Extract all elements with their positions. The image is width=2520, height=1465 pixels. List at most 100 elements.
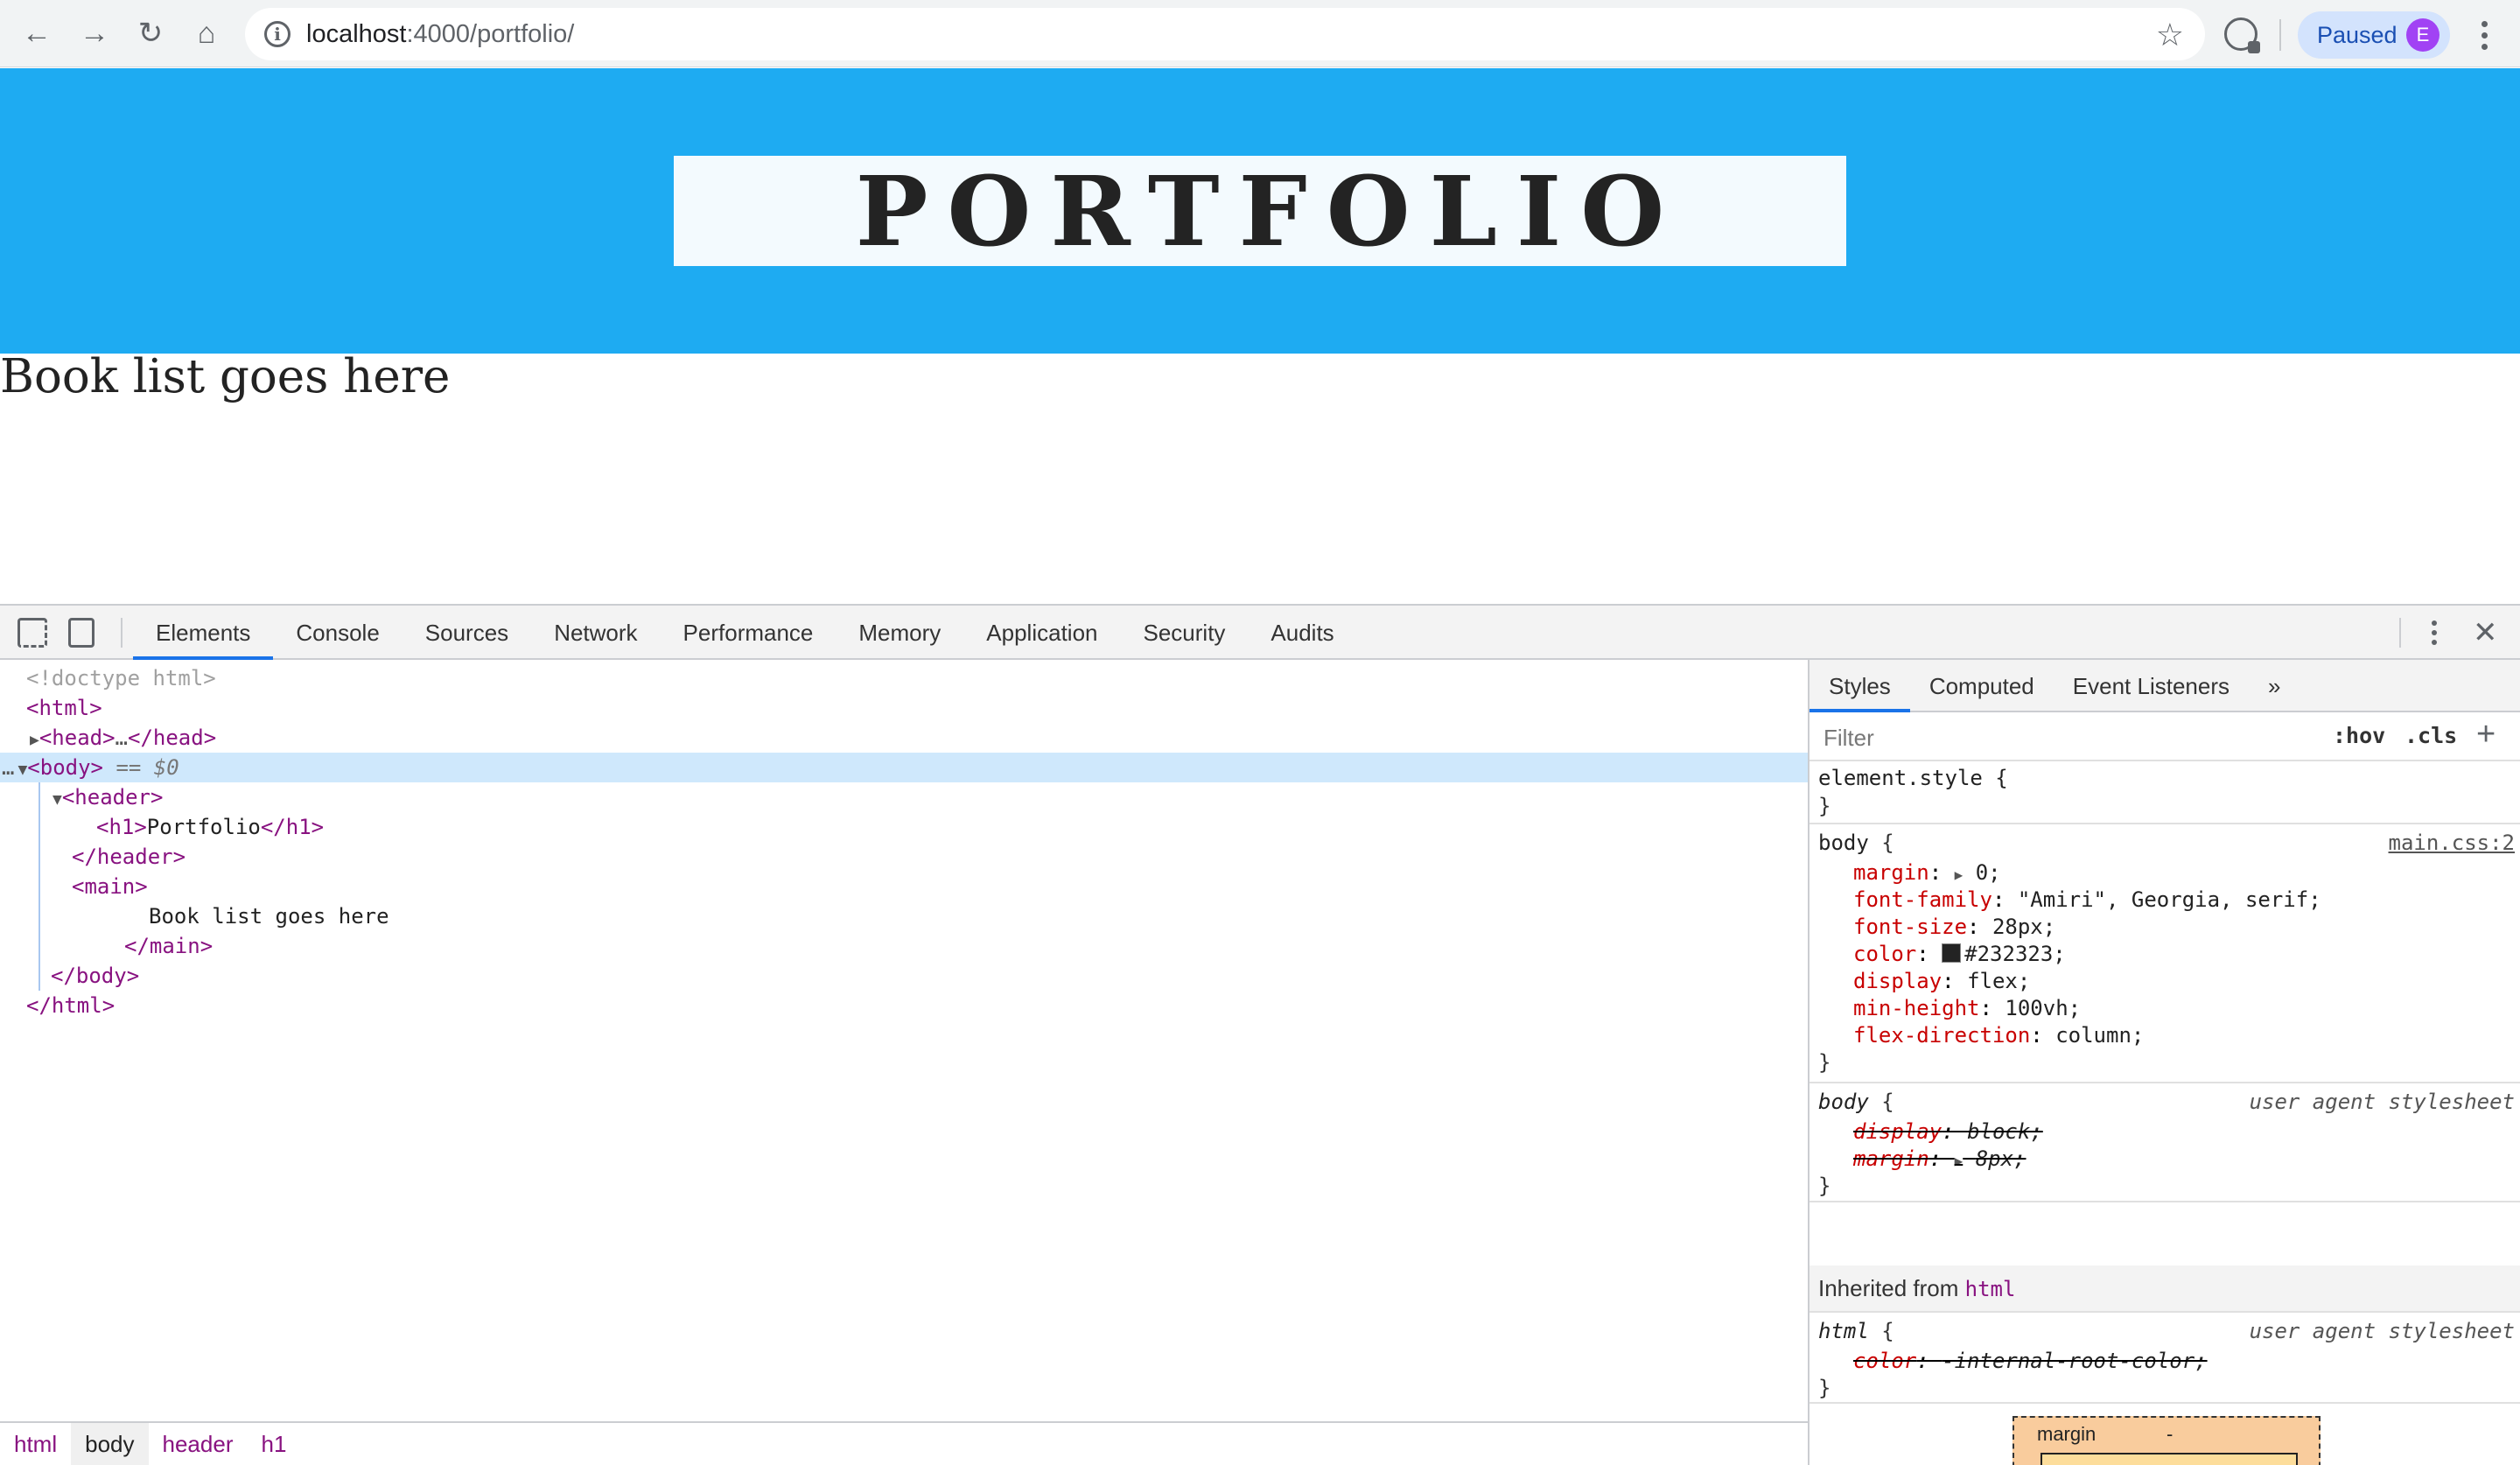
tab-computed[interactable]: Computed: [1910, 660, 2054, 711]
class-toggle[interactable]: .cls: [2404, 723, 2457, 748]
more-actions-icon[interactable]: …: [0, 755, 14, 780]
collapse-triangle-icon[interactable]: ▼: [0, 790, 62, 809]
home-icon[interactable]: ⌂: [182, 9, 231, 58]
browser-menu-icon[interactable]: [2471, 14, 2497, 56]
tab-audits[interactable]: Audits: [1248, 606, 1356, 658]
declaration[interactable]: font-family: "Amiri", Georgia, serif;: [1853, 887, 2321, 914]
box-model-margin-value[interactable]: -: [2166, 1423, 2173, 1446]
dom-node-doctype[interactable]: <!doctype html>: [0, 663, 1808, 693]
dom-node-body-close[interactable]: </body>: [0, 961, 1808, 991]
property-value: -internal-root-color;: [1942, 1349, 2208, 1373]
declaration[interactable]: min-height: 100vh;: [1853, 995, 2081, 1022]
doctype-text: <!doctype html>: [26, 666, 216, 690]
breadcrumb-body[interactable]: body: [71, 1423, 149, 1465]
dom-node-html-close[interactable]: </html>: [0, 991, 1808, 1020]
declaration[interactable]: color: #232323;: [1853, 941, 2066, 968]
expand-triangle-icon[interactable]: ▶: [1955, 866, 1964, 883]
toolbar-divider: [2279, 19, 2281, 51]
property-name: min-height: [1853, 996, 1980, 1020]
avatar: E: [2406, 18, 2440, 52]
selector-text: body: [1818, 1090, 1869, 1114]
styles-toolbar: :hov .cls +: [1810, 712, 2520, 761]
close-icon[interactable]: ✕: [2473, 614, 2498, 651]
breadcrumb-header[interactable]: header: [149, 1423, 248, 1465]
declaration[interactable]: margin: ▶ 0;: [1853, 859, 2001, 888]
url-text[interactable]: localhost:4000/portfolio/: [306, 20, 574, 49]
hover-state-toggle[interactable]: :hov: [2333, 723, 2385, 748]
inspect-element-icon[interactable]: [18, 618, 47, 648]
dom-node-header[interactable]: ▼<header>: [0, 782, 1808, 812]
dom-node-h1[interactable]: <h1>Portfolio</h1>: [0, 812, 1808, 842]
dom-node-body[interactable]: … ▼<body> == $0: [0, 753, 1808, 782]
inherited-section-header: Inherited from html: [1810, 1265, 2520, 1313]
property-value: 100vh;: [2005, 996, 2082, 1020]
site-title-box: PORTFOLIO: [674, 154, 1846, 268]
breadcrumb-h1[interactable]: h1: [247, 1423, 300, 1465]
address-bar[interactable]: i localhost:4000/portfolio/ ☆: [245, 8, 2205, 60]
collapse-triangle-icon[interactable]: ▼: [14, 761, 27, 779]
tab-security[interactable]: Security: [1121, 606, 1249, 658]
back-arrow-icon[interactable]: ←: [12, 9, 61, 58]
color-swatch-icon[interactable]: [1942, 943, 1962, 963]
declaration-overridden: margin: ▶ 8px;: [1853, 1146, 2026, 1171]
expand-triangle-icon[interactable]: ▶: [0, 731, 39, 749]
new-rule-button[interactable]: +: [2476, 716, 2496, 754]
property-value: block;: [1967, 1119, 2043, 1144]
rule-selector[interactable]: body {: [1818, 830, 1894, 857]
property-value: "Amiri", Georgia, serif;: [2017, 887, 2321, 912]
dom-node-main[interactable]: <main>: [0, 872, 1808, 901]
property-name: display: [1853, 969, 1942, 993]
expand-triangle-icon[interactable]: ▶: [1955, 1153, 1964, 1169]
declaration[interactable]: flex-direction: column;: [1853, 1022, 2144, 1049]
site-info-icon[interactable]: i: [264, 21, 290, 47]
tab-network[interactable]: Network: [531, 606, 660, 658]
devtools-divider: [121, 618, 122, 648]
breadcrumb-html[interactable]: html: [0, 1423, 71, 1465]
tab-sources[interactable]: Sources: [402, 606, 531, 658]
declaration[interactable]: display: flex;: [1853, 968, 2030, 995]
rule-close-brace: }: [1818, 1376, 1831, 1400]
more-tabs-icon[interactable]: »: [2249, 660, 2300, 711]
rule-selector[interactable]: element.style {: [1818, 765, 2008, 792]
bookmark-star-icon[interactable]: ☆: [2156, 17, 2184, 53]
h1-close-tag: </h1>: [260, 815, 325, 839]
head-ellipsis[interactable]: …: [116, 725, 128, 750]
tab-styles[interactable]: Styles: [1810, 660, 1910, 712]
declaration[interactable]: font-size: 28px;: [1853, 914, 2055, 941]
dom-node-html[interactable]: <html>: [0, 693, 1808, 723]
property-name: display: [1853, 1119, 1942, 1144]
extension-icon[interactable]: [2224, 18, 2260, 53]
property-name: font-size: [1853, 915, 1968, 939]
dom-node-header-close[interactable]: </header>: [0, 842, 1808, 872]
tab-application[interactable]: Application: [963, 606, 1120, 658]
property-value: 28px;: [1992, 915, 2056, 939]
devtools-panel: Elements Console Sources Network Perform…: [0, 604, 2520, 1465]
profile-button[interactable]: Paused E: [2298, 11, 2450, 59]
devtools-divider-right: [2399, 618, 2401, 648]
site-title: PORTFOLIO: [855, 154, 1684, 268]
rule-close-brace: }: [1818, 1174, 1831, 1198]
reload-icon[interactable]: ↻: [126, 9, 175, 58]
selected-node-marker: == $0: [103, 755, 179, 780]
dom-node-main-text[interactable]: Book list goes here: [0, 901, 1808, 931]
tab-console[interactable]: Console: [273, 606, 402, 658]
header-close-tag: </header>: [72, 845, 186, 869]
dom-node-main-close[interactable]: </main>: [0, 931, 1808, 961]
inherited-tag-link[interactable]: html: [1965, 1277, 2016, 1301]
box-model-diagram[interactable]: margin -: [2012, 1416, 2320, 1465]
devtools-menu-icon[interactable]: [2424, 614, 2445, 651]
dom-node-head[interactable]: ▶<head>…</head>: [0, 723, 1808, 753]
tab-event-listeners[interactable]: Event Listeners: [2054, 660, 2249, 711]
styles-subtabs: Styles Computed Event Listeners »: [1810, 660, 2520, 712]
source-link[interactable]: main.css:2: [2389, 830, 2516, 857]
tab-performance[interactable]: Performance: [661, 606, 836, 658]
tab-memory[interactable]: Memory: [836, 606, 963, 658]
rule-element-style: element.style { }: [1810, 761, 2520, 824]
forward-arrow-icon[interactable]: →: [70, 9, 119, 58]
site-header: PORTFOLIO: [0, 68, 2520, 354]
tab-elements[interactable]: Elements: [133, 606, 274, 660]
styles-filter-input[interactable]: [1815, 719, 2376, 756]
breadcrumb: html body header h1: [0, 1421, 1808, 1465]
device-toolbar-icon[interactable]: [68, 618, 94, 648]
h1-open-tag: <h1>: [96, 815, 147, 839]
